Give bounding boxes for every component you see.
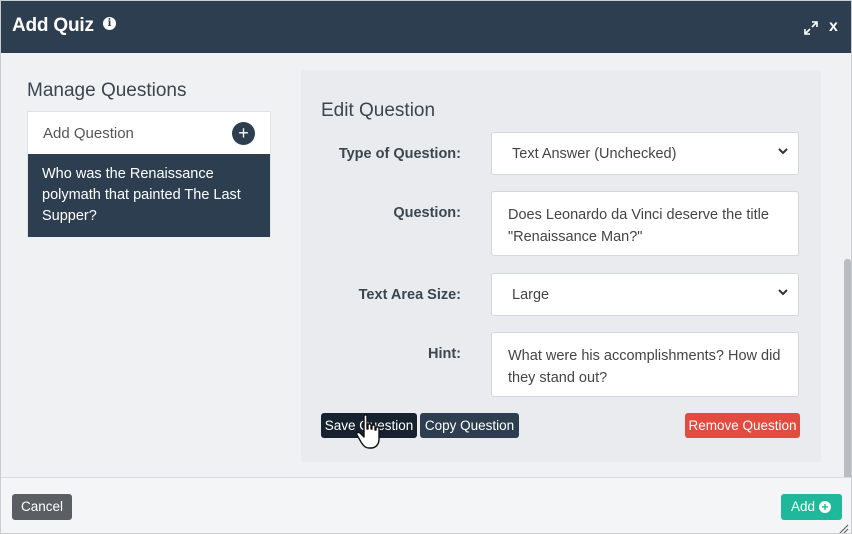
add-quiz-dialog: Add Quiz i x Manage Questions Add Questi…	[0, 0, 852, 534]
add-question-row[interactable]: Add Question +	[28, 112, 270, 154]
hand-cursor-icon	[356, 414, 380, 449]
type-of-question-label: Type of Question:	[338, 146, 461, 162]
dialog-footer: Cancel Add +	[1, 477, 851, 534]
add-button-label: Add	[791, 499, 816, 514]
plus-icon[interactable]: +	[232, 122, 255, 145]
type-of-question-value: Text Answer (Unchecked)	[512, 146, 677, 162]
cancel-button[interactable]: Cancel	[12, 494, 72, 520]
copy-question-button[interactable]: Copy Question	[420, 413, 519, 438]
question-list-item[interactable]: Who was the Renaissance polymath that pa…	[28, 154, 270, 237]
dialog-title: Add Quiz	[12, 15, 94, 36]
edit-question-panel: Edit Question Type of Question: Text Ans…	[301, 70, 821, 462]
add-button[interactable]: Add +	[781, 494, 842, 520]
expand-icon[interactable]	[803, 20, 819, 36]
type-of-question-select[interactable]: Text Answer (Unchecked)	[491, 132, 799, 175]
dialog-body: Manage Questions Add Question + Who was …	[1, 53, 851, 525]
dialog-titlebar: Add Quiz i x	[1, 1, 851, 53]
text-area-size-label: Text Area Size:	[358, 287, 461, 303]
info-icon[interactable]: i	[103, 17, 116, 30]
resize-grip-icon[interactable]	[837, 522, 849, 534]
question-input[interactable]: Does Leonardo da Vinci deserve the title…	[491, 191, 799, 256]
chevron-down-icon	[778, 148, 788, 155]
hint-input[interactable]: What were his accomplishments? How did t…	[491, 332, 799, 397]
edit-question-title: Edit Question	[321, 100, 436, 121]
text-area-size-select[interactable]: Large	[491, 273, 799, 316]
remove-question-button[interactable]: Remove Question	[685, 413, 800, 438]
text-area-size-value: Large	[512, 287, 550, 303]
manage-questions-title: Manage Questions	[27, 80, 187, 101]
add-question-label: Add Question	[43, 125, 134, 142]
chevron-down-icon	[778, 289, 788, 296]
question-label: Question:	[393, 205, 461, 221]
question-list: Add Question + Who was the Renaissance p…	[27, 111, 271, 237]
hint-label: Hint:	[427, 346, 461, 362]
plus-circle-icon: +	[819, 501, 831, 513]
close-icon[interactable]: x	[829, 17, 838, 37]
